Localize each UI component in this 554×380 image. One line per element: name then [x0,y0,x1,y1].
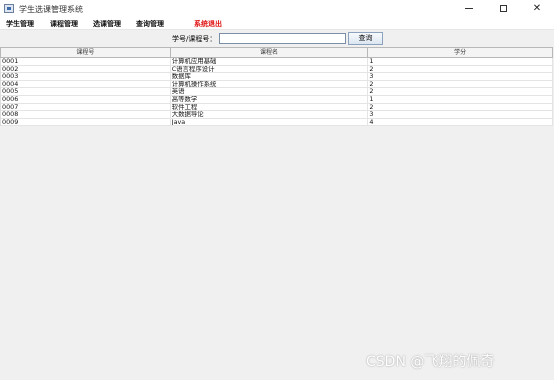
cell-course-id[interactable]: 0001 [1,58,171,65]
course-table: 课程号 课程名 学分 0001 计算机应用基础 1 0002 C语言程序设计 2… [0,47,553,127]
cell-course-name[interactable]: 高等数学 [171,95,369,103]
minimize-button[interactable] [452,0,486,17]
search-bar: 学号/课程号： 查询 [0,30,554,47]
cell-credit[interactable]: 3 [368,73,553,80]
maximize-icon [499,4,507,12]
column-header-course-name[interactable]: 课程名 [171,48,369,57]
cell-course-id[interactable]: 0004 [1,80,171,88]
cell-credit[interactable]: 2 [368,103,553,111]
cell-course-name[interactable]: 数据库 [171,73,369,80]
maximize-button[interactable] [486,0,520,17]
column-header-credit[interactable]: 学分 [368,48,553,57]
minimize-icon [465,7,473,9]
cell-course-name[interactable]: 计算机操作系统 [171,80,369,88]
table-header: 课程号 课程名 学分 [0,47,553,58]
table-row[interactable]: 0004 计算机操作系统 2 [1,80,553,89]
menu-query-management[interactable]: 查询管理 [136,19,164,29]
csdn-watermark: CSDN @飞翔的佩奇 [366,354,495,370]
close-icon: ✕ [532,3,542,14]
window-title: 学生选课管理系统 [19,5,83,14]
cell-credit[interactable]: 3 [368,111,553,118]
app-icon [4,4,14,13]
menu-bar: 学生管理 课程管理 选课管理 查询管理 系统退出 [0,17,554,30]
cell-course-name[interactable]: Java [171,118,369,126]
cell-course-id[interactable]: 0002 [1,65,171,73]
cell-credit[interactable]: 2 [368,65,553,73]
search-label: 学号/课程号： [172,35,217,43]
cell-credit[interactable]: 1 [368,58,553,65]
cell-course-name[interactable]: 英语 [171,88,369,95]
cell-credit[interactable]: 1 [368,95,553,103]
column-header-course-id[interactable]: 课程号 [1,48,171,57]
cell-course-name[interactable]: 计算机应用基础 [171,58,369,65]
cell-credit[interactable]: 2 [368,80,553,88]
cell-course-name[interactable]: 软件工程 [171,103,369,111]
cell-course-id[interactable]: 0006 [1,95,171,103]
table-row[interactable]: 0005 英语 2 [1,88,553,96]
cell-course-name[interactable]: C语言程序设计 [171,65,369,73]
table-row[interactable]: 0007 软件工程 2 [1,103,553,112]
table-row[interactable]: 0001 计算机应用基础 1 [1,58,553,66]
table-row[interactable]: 0009 Java 4 [1,118,553,127]
cell-course-name[interactable]: 大数据导论 [171,111,369,118]
menu-student-management[interactable]: 学生管理 [6,19,34,29]
table-row[interactable]: 0003 数据库 3 [1,73,553,81]
cell-course-id[interactable]: 0007 [1,103,171,111]
cell-credit[interactable]: 2 [368,88,553,95]
menu-system-exit[interactable]: 系统退出 [194,19,222,29]
table-body: 0001 计算机应用基础 1 0002 C语言程序设计 2 0003 数据库 3… [0,58,553,127]
title-bar: 学生选课管理系统 ✕ [0,0,554,17]
search-input[interactable] [219,33,346,44]
cell-course-id[interactable]: 0005 [1,88,171,95]
query-button[interactable]: 查询 [348,32,383,45]
table-row[interactable]: 0008 大数据导论 3 [1,111,553,119]
cell-course-id[interactable]: 0008 [1,111,171,118]
menu-selection-management[interactable]: 选课管理 [93,19,121,29]
table-row[interactable]: 0002 C语言程序设计 2 [1,65,553,74]
menu-course-management[interactable]: 课程管理 [50,19,78,29]
close-button[interactable]: ✕ [520,0,554,17]
cell-course-id[interactable]: 0003 [1,73,171,80]
cell-course-id[interactable]: 0009 [1,118,171,126]
table-row[interactable]: 0006 高等数学 1 [1,95,553,104]
cell-credit[interactable]: 4 [368,118,553,126]
